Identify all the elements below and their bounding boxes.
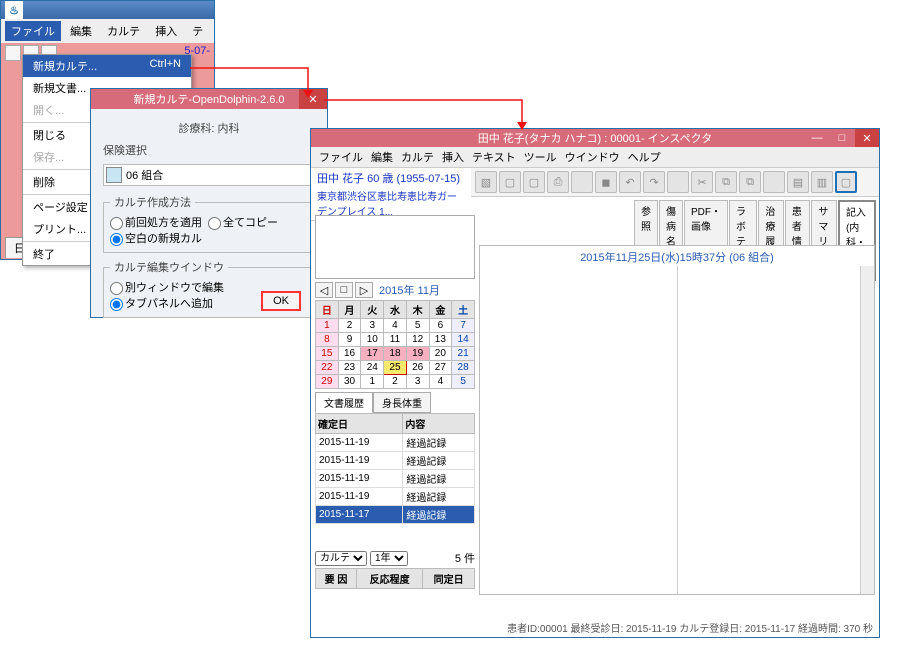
insurance-select[interactable]: 06 組合 [103,164,315,186]
menu-item[interactable]: 編集 [367,151,397,165]
maximize-icon[interactable]: □ [830,129,854,147]
status-footer: 患者ID:00001 最終受診日: 2015-11-19 カルテ登録日: 201… [507,620,873,635]
toolbar-icon[interactable]: ▧ [475,171,497,193]
insurance-value: 06 組合 [126,167,163,183]
menu-item[interactable]: 新規カルテ...Ctrl+N [23,55,191,77]
calendar[interactable]: 日月火水木金土123456789101112131415161718192021… [315,300,475,389]
editwin-option[interactable]: 別ウィンドウで編集 [110,282,224,294]
menu-edit[interactable]: 編集 [64,21,98,41]
menu-item[interactable]: ファイル [315,151,367,165]
filter-row[interactable]: カルテ 1年 5 件 [315,550,475,566]
window-controls[interactable]: — □ ✕ [804,129,879,147]
history-table[interactable]: 確定日内容2015-11-19経過記録2015-11-19経過記録2015-11… [315,413,475,524]
dialog-titlebar: 新規カルテ-OpenDolphin-2.6.0 ✕ [91,89,327,109]
method-option[interactable]: 全てコピー [208,217,278,229]
java-icon: ♨ [5,1,23,19]
toolbar-icon[interactable]: ⎙ [547,171,569,193]
toolbar-icon[interactable] [571,171,593,193]
menu-te[interactable]: テ [186,21,209,41]
toolbar-btn[interactable] [5,45,21,61]
method-option[interactable]: 空白の新規カル [110,233,202,245]
dept-label: 診療科: 内科 [103,120,315,136]
ok-button[interactable]: OK [261,291,301,311]
left-column: ◁ □ ▷ 2015年 11月 日月火水木金土12345678910111213… [315,215,475,595]
inspector-window: 田中 花子(タナカ ハナコ) : 00001- インスペクタ — □ ✕ ファイ… [310,128,880,638]
preview-canvas [315,215,475,279]
background-menubar[interactable]: ファイル 編集 カルテ 挿入 テ [1,19,214,43]
inspector-titlebar: 田中 花子(タナカ ハナコ) : 00001- インスペクタ — □ ✕ [311,129,879,147]
toolbar-icon[interactable]: ▢ [835,171,857,193]
menu-karte[interactable]: カルテ [101,21,146,41]
patient-info: 田中 花子 60 歳 (1955-07-15) [311,168,471,188]
method-legend: カルテ作成方法 [110,194,195,210]
calendar-nav[interactable]: ◁ □ ▷ 2015年 11月 [315,282,475,298]
factor-table[interactable]: 要 因反応程度同定日 [315,568,475,589]
toolbar-icon[interactable]: ◼ [595,171,617,193]
editwin-legend: カルテ編集ウインドウ [110,259,228,275]
next-month-icon[interactable]: ▷ [355,282,373,298]
menu-insert[interactable]: 挿入 [149,21,183,41]
toolbar-icon[interactable]: ▢ [523,171,545,193]
background-titlebar: ♨ [1,1,214,19]
inspector-menubar[interactable]: ファイル編集カルテ挿入テキストツールウインドウヘルプ [311,147,879,168]
toolbar-icon[interactable]: ↷ [643,171,665,193]
prev-month-icon[interactable]: ◁ [315,282,333,298]
filter-period-select[interactable]: 1年 [370,551,408,566]
toolbar-icon[interactable] [763,171,785,193]
month-label: 2015年 11月 [379,282,440,298]
toolbar-icon[interactable]: ↶ [619,171,641,193]
insurance-icon [106,167,122,183]
menu-file[interactable]: ファイル [5,21,61,41]
toolbar-icon[interactable]: ▢ [499,171,521,193]
toolbar-icon[interactable] [667,171,689,193]
menu-item[interactable]: テキスト [468,151,520,165]
menu-item[interactable]: ヘルプ [624,151,665,165]
stop-icon[interactable]: □ [335,282,353,298]
menu-item[interactable]: ツール [520,151,561,165]
toolbar-icon[interactable]: ▤ [787,171,809,193]
method-fieldset: カルテ作成方法 前回処方を適用全てコピー空白の新規カル [103,194,315,253]
pane-splitter[interactable] [677,266,678,594]
karte-editor-pane[interactable]: 2015年11月25日(水)15時37分 (06 組合) [479,245,875,595]
filter-type-select[interactable]: カルテ [315,551,367,566]
menu-item[interactable]: ウインドウ [561,151,624,165]
inspector-title-text: 田中 花子(タナカ ハナコ) : 00001- インスペクタ [478,130,712,146]
toolbar-icon[interactable]: ⧉ [739,171,761,193]
toolbar-icon[interactable]: ✂ [691,171,713,193]
history-tabs[interactable]: 文書履歴 身長体重 [315,392,475,413]
minimize-icon[interactable]: — [805,129,829,147]
scrollbar[interactable] [860,266,874,594]
main-toolbar[interactable]: ▧▢▢⎙◼↶↷✂⧉⧉▤▥▢ [471,168,879,197]
menu-item[interactable]: 挿入 [438,151,468,165]
dialog-title-text: 新規カルテ-OpenDolphin-2.6.0 [133,91,284,107]
menu-item[interactable]: カルテ [397,151,438,165]
editwin-option[interactable]: タブパネルへ追加 [110,298,213,310]
new-karte-dialog: 新規カルテ-OpenDolphin-2.6.0 ✕ 診療科: 内科 保険選択 0… [90,88,328,318]
tab-height-weight[interactable]: 身長体重 [373,392,431,413]
close-icon[interactable]: ✕ [855,129,879,147]
method-option[interactable]: 前回処方を適用 [110,217,202,229]
insurance-label: 保険選択 [103,142,315,158]
close-icon[interactable]: ✕ [299,89,327,109]
filter-count: 5 件 [455,550,475,566]
toolbar-icon[interactable]: ⧉ [715,171,737,193]
editor-header: 2015年11月25日(水)15時37分 (06 組合) [480,246,874,268]
tab-doc-history[interactable]: 文書履歴 [315,392,373,413]
toolbar-icon[interactable]: ▥ [811,171,833,193]
